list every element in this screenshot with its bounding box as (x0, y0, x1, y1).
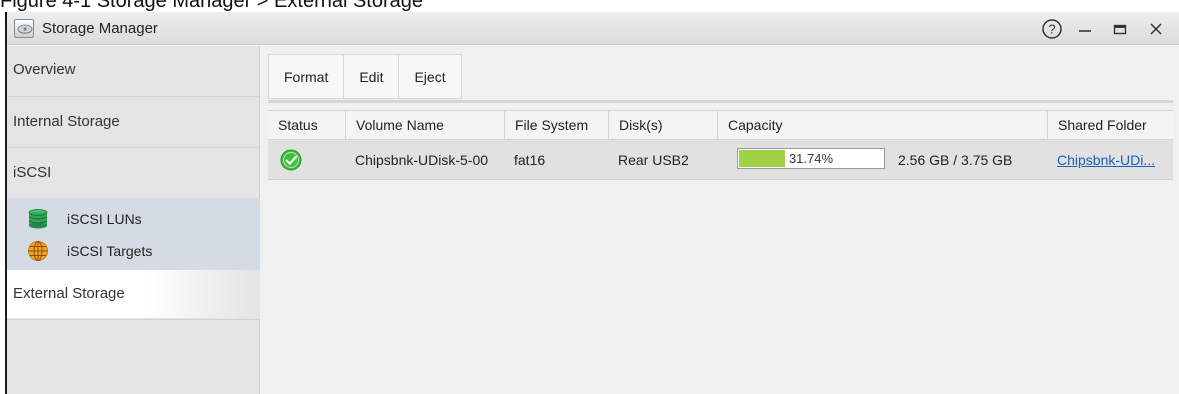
minimize-button[interactable] (1072, 17, 1098, 41)
sidebar-divider (7, 96, 260, 97)
capacity-bar: 31.74% (737, 148, 885, 169)
column-header-shared-folder[interactable]: Shared Folder (1047, 111, 1173, 140)
caption-strip: Figure 4-1 Storage Manager > External St… (0, 0, 1179, 12)
sidebar-item-internal-storage[interactable]: Internal Storage (7, 98, 260, 146)
close-icon (1150, 23, 1162, 35)
column-header-disks[interactable]: Disk(s) (608, 111, 717, 140)
toolbar-divider (268, 100, 1173, 103)
disks-cell: Rear USB2 (618, 152, 689, 168)
sidebar: Overview Internal Storage iSCSI iSCSI LU… (7, 46, 260, 394)
toolbar: Format Edit Eject (268, 54, 462, 99)
shared-folder-cell: Chipsbnk-UDi... (1047, 140, 1173, 180)
sidebar-item-label: iSCSI LUNs (67, 211, 142, 227)
sidebar-item-external-storage[interactable]: External Storage (7, 270, 260, 318)
edit-button[interactable]: Edit (343, 54, 399, 99)
column-header-status[interactable]: Status (268, 111, 345, 140)
maximize-icon (1113, 24, 1127, 35)
maximize-button[interactable] (1107, 17, 1133, 41)
capacity-text: 2.56 GB / 3.75 GB (898, 152, 1013, 168)
storage-manager-icon (14, 19, 34, 38)
sidebar-item-label: External Storage (13, 285, 125, 302)
sidebar-item-label: Internal Storage (13, 113, 120, 130)
format-button[interactable]: Format (268, 54, 344, 99)
sidebar-item-label: Overview (13, 61, 76, 78)
svg-text:?: ? (1048, 22, 1055, 37)
table-row[interactable]: Chipsbnk-UDisk-5-00 fat16 Rear USB2 31.7… (268, 140, 1173, 180)
shared-folder-link[interactable]: Chipsbnk-UDi... (1057, 152, 1155, 168)
globe-icon (28, 241, 48, 261)
volume-table: Status Volume Name File System Disk(s) C… (268, 110, 1173, 180)
column-header-file-system[interactable]: File System (504, 111, 608, 140)
column-header-capacity[interactable]: Capacity (717, 111, 1047, 140)
status-cell (268, 140, 345, 180)
status-ok-icon (280, 149, 302, 171)
minimize-icon (1079, 30, 1091, 32)
help-button[interactable]: ? (1039, 17, 1065, 41)
close-button[interactable] (1143, 17, 1169, 41)
sidebar-item-overview[interactable]: Overview (7, 46, 260, 94)
sidebar-item-iscsi[interactable]: iSCSI (7, 149, 260, 197)
eject-button[interactable]: Eject (398, 54, 462, 99)
window-title: Storage Manager (42, 20, 158, 37)
iscsi-submenu: iSCSI LUNs iSCSI Targets (7, 198, 260, 270)
column-header-volume-name[interactable]: Volume Name (345, 111, 504, 140)
figure-caption: Figure 4-1 Storage Manager > External St… (0, 0, 424, 12)
storage-manager-window: Storage Manager ? Overview Internal Stor… (5, 12, 1179, 394)
capacity-percent: 31.74% (788, 151, 834, 166)
sidebar-divider (7, 147, 260, 148)
help-icon: ? (1042, 19, 1062, 39)
table-header: Status Volume Name File System Disk(s) C… (268, 110, 1173, 140)
sidebar-item-label: iSCSI Targets (67, 243, 153, 259)
file-system-cell: fat16 (514, 152, 546, 168)
main-panel: Format Edit Eject Status Volume Name Fil… (261, 46, 1179, 394)
volume-name-cell: Chipsbnk-UDisk-5-00 (355, 152, 489, 168)
sidebar-item-label: iSCSI (13, 164, 52, 181)
sidebar-divider (7, 319, 260, 320)
title-bar[interactable]: Storage Manager ? (7, 12, 1179, 45)
database-icon (28, 209, 48, 229)
